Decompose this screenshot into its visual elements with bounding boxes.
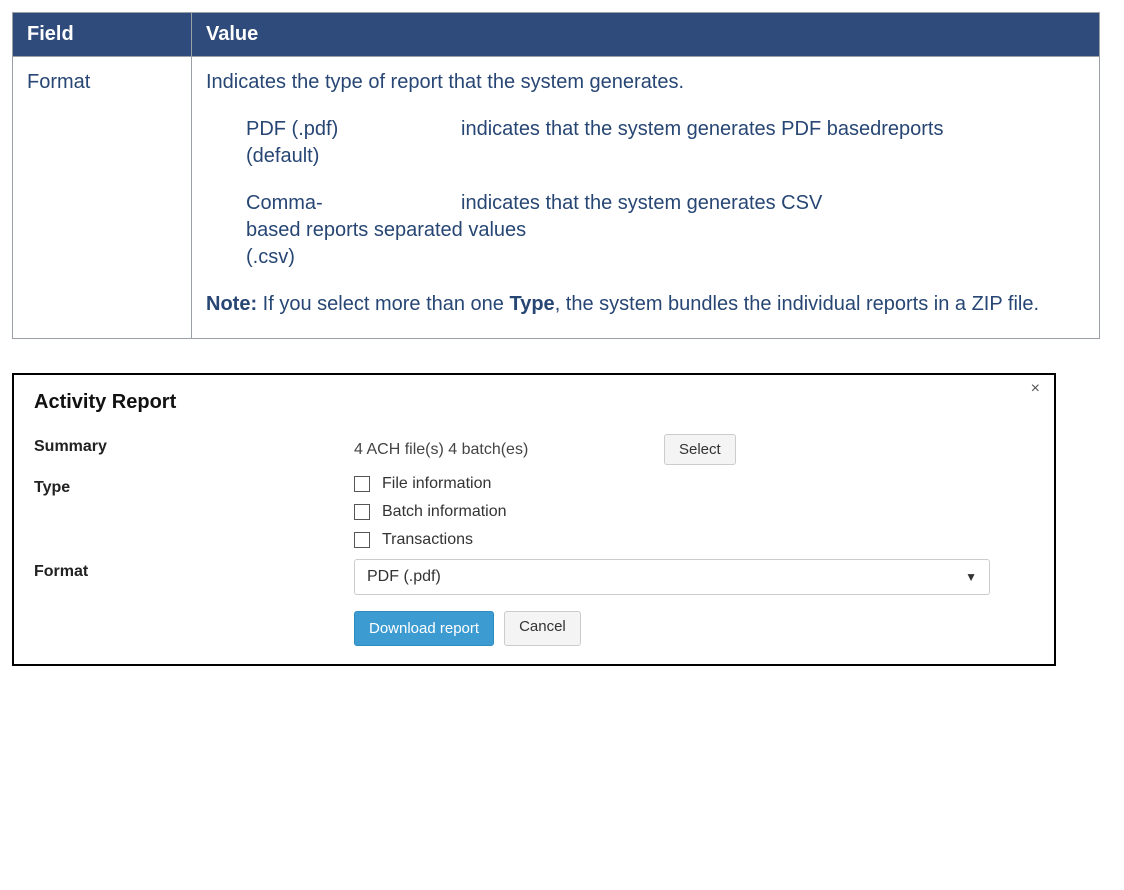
checkbox-label: Transactions [382,531,473,549]
checkbox-label: File information [382,475,491,493]
summary-label: Summary [34,434,354,456]
checkbox-file-information[interactable]: File information [354,475,1034,493]
download-report-button[interactable]: Download report [354,611,494,646]
row-format: Format PDF (.pdf) ▼ [34,559,1034,595]
csv-line3: (.csv) [246,246,295,268]
close-icon[interactable]: × [1031,381,1040,397]
checkbox-batch-information[interactable]: Batch information [354,503,1034,521]
cell-field: Format [13,57,192,339]
value-pdf: PDF (.pdf)indicates that the system gene… [206,116,1085,170]
row-summary: Summary 4 ACH file(s) 4 batch(es) Select [34,434,1034,465]
row-type: Type File information Batch information … [34,475,1034,549]
note-lead: Note: [206,293,257,315]
type-label: Type [34,475,354,497]
table-row: Format Indicates the type of report that… [13,57,1100,339]
field-value-table: Field Value Format Indicates the type of… [12,12,1100,339]
checkbox-transactions[interactable]: Transactions [354,531,1034,549]
pdf-desc: indicates that the system generates PDF … [461,118,943,140]
dialog-title: Activity Report [34,391,1034,414]
value-csv: Comma-indicates that the system generate… [206,190,1085,271]
summary-text: 4 ACH file(s) 4 batch(es) [354,441,664,459]
dialog-actions: Download report Cancel [354,611,1034,646]
csv-desc: indicates that the system generates CSV [461,192,822,214]
note-after: , the system bundles the individual repo… [555,293,1039,315]
csv-label: Comma- [246,190,461,217]
checkbox-label: Batch information [382,503,507,521]
activity-report-dialog: × Activity Report Summary 4 ACH file(s) … [12,373,1056,666]
format-label: Format [34,559,354,581]
csv-line2: based reports separated values [246,219,526,241]
note-before: If you select more than one [257,293,509,315]
checkbox-icon [354,476,370,492]
checkbox-icon [354,532,370,548]
select-button[interactable]: Select [664,434,736,465]
cell-value: Indicates the type of report that the sy… [192,57,1100,339]
format-selected-value: PDF (.pdf) [367,568,441,586]
note-strong: Type [509,293,554,315]
value-note: Note: If you select more than one Type, … [206,291,1085,318]
cancel-button[interactable]: Cancel [504,611,581,646]
format-select[interactable]: PDF (.pdf) ▼ [354,559,990,595]
value-intro: Indicates the type of report that the sy… [206,69,1085,96]
header-value: Value [192,13,1100,57]
checkbox-icon [354,504,370,520]
pdf-label: PDF (.pdf) [246,116,461,143]
type-options: File information Batch information Trans… [354,475,1034,549]
pdf-default: (default) [246,145,319,167]
chevron-down-icon: ▼ [965,570,977,584]
header-field: Field [13,13,192,57]
